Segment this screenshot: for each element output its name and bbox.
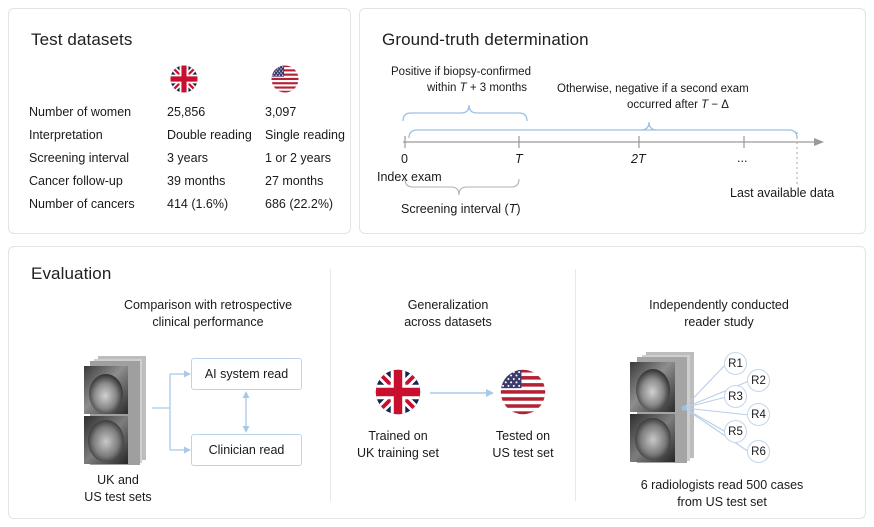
row-value-uk: 3 years [167,147,208,170]
caption-uk-us-test-sets: UK and US test sets [58,472,178,506]
table-row: Screening interval 3 years 1 or 2 years [29,147,349,170]
mammogram-stack-comparison [84,356,152,468]
heading-line1: Comparison with retrospective [124,298,292,312]
row-value-us: Single reading [265,124,345,147]
tick-label-t: T [515,152,523,166]
row-label: Interpretation [29,124,103,147]
row-value-uk: 39 months [167,170,225,193]
annotation-negative-line1: Otherwise, negative if a second exam [557,82,749,96]
table-row: Interpretation Double reading Single rea… [29,124,349,147]
uk-flag-icon [375,369,421,415]
clinician-read-box[interactable]: Clinician read [191,434,302,466]
caption-trained-on-uk: Trained on UK training set [338,428,458,462]
us-flag-icon [500,369,546,415]
row-label: Number of women [29,101,131,124]
row-label: Screening interval [29,147,129,170]
annotation-negative-line2: occurred after T − Δ [627,98,729,112]
tick-label-ellipsis: ... [737,151,747,165]
caption-line2: from US test set [677,495,767,509]
section-heading-comparison: Comparison with retrospective clinical p… [97,297,319,331]
reader-circle-r4[interactable]: R4 [747,403,770,426]
screening-interval-label: Screening interval (T) [401,202,521,216]
reader-circle-r6[interactable]: R6 [747,440,770,463]
heading-line2: across datasets [404,315,492,329]
heading-line2: reader study [684,315,753,329]
reader-circle-r1[interactable]: R1 [724,352,747,375]
caption-tested-on-us: Tested on US test set [470,428,576,462]
index-exam-label: Index exam [377,170,442,184]
row-value-us: 686 (22.2%) [265,193,333,216]
row-value-us: 1 or 2 years [265,147,331,170]
caption-line2: UK training set [357,446,439,460]
test-datasets-table: Number of women 25,856 3,097 Interpretat… [29,101,349,216]
table-row: Cancer follow-up 39 months 27 months [29,170,349,193]
tick-label-0: 0 [401,152,408,166]
reader-circle-r5[interactable]: R5 [724,420,747,443]
us-flag-icon [271,65,299,93]
row-value-us: 3,097 [265,101,296,124]
caption-line2: US test set [492,446,553,460]
annotation-positive-line1: Positive if biopsy-confirmed [391,65,531,79]
last-available-data-label: Last available data [730,186,834,200]
section-heading-reader-study: Independently conducted reader study [610,297,828,331]
table-row: Number of cancers 414 (1.6%) 686 (22.2%) [29,193,349,216]
caption-line1: Tested on [496,429,550,443]
caption-line2: US test sets [84,490,151,504]
caption-line1: UK and [97,473,139,487]
heading-line1: Generalization [408,298,489,312]
row-value-uk: 25,856 [167,101,205,124]
section-heading-generalization: Generalization across datasets [370,297,526,331]
page-title-test-datasets: Test datasets [31,30,132,50]
row-label: Cancer follow-up [29,170,123,193]
caption-line1: 6 radiologists read 500 cases [641,478,804,492]
page-title-evaluation: Evaluation [31,264,111,284]
test-datasets-card: Test datasets [8,8,351,234]
reader-circle-r2[interactable]: R2 [747,369,770,392]
tick-label-2t: 2T [631,152,646,166]
uk-flag-icon [170,65,198,93]
row-value-us: 27 months [265,170,323,193]
ground-truth-timeline-area: Positive if biopsy-confirmed within T + … [359,8,866,234]
section-divider-1 [330,269,331,501]
table-row: Number of women 25,856 3,097 [29,101,349,124]
heading-line1: Independently conducted [649,298,789,312]
mammogram-stack-reader-study [630,352,702,464]
annotation-positive-line2: within T + 3 months [427,81,527,95]
row-value-uk: 414 (1.6%) [167,193,228,216]
caption-reader-study: 6 radiologists read 500 cases from US te… [604,477,840,511]
ai-system-read-box[interactable]: AI system read [191,358,302,390]
row-value-uk: Double reading [167,124,252,147]
heading-line2: clinical performance [152,315,263,329]
caption-line1: Trained on [368,429,427,443]
row-label: Number of cancers [29,193,135,216]
timeline-svg [359,8,866,234]
section-divider-2 [575,269,576,501]
reader-circle-r3[interactable]: R3 [724,385,747,408]
